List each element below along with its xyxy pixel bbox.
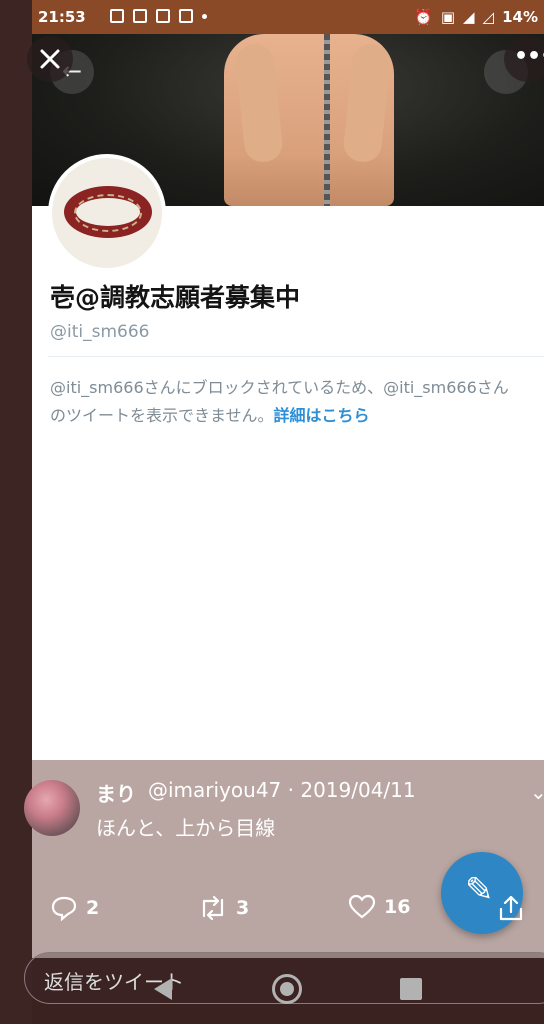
system-icons: ⏰ ▣ ◢ ◿ 14% (414, 8, 538, 26)
tweet-author-name[interactable]: まり (96, 778, 136, 807)
share-icon (499, 895, 523, 921)
chevron-down-icon[interactable]: ⌄ (530, 780, 544, 804)
avatar-collar-studs (74, 194, 142, 232)
profile-handle: @iti_sm666 (50, 322, 150, 342)
blocked-notice: @iti_sm666さんにブロックされているため、@iti_sm666さんのツイ… (50, 374, 520, 430)
nav-home-icon-inner (280, 982, 294, 996)
battery-saver-icon (110, 9, 124, 23)
retweet-icon (202, 895, 224, 921)
more-notifications-dot (202, 14, 207, 19)
nav-recents-icon[interactable] (400, 978, 422, 1000)
like-count: 16 (384, 896, 411, 918)
status-time: 21:53 (38, 8, 86, 26)
mail-icon (156, 9, 170, 23)
close-button[interactable] (27, 36, 73, 82)
profile-name: 壱@調教志願者募集中 (50, 283, 301, 312)
news-icon (179, 9, 193, 23)
share-action[interactable] (498, 894, 524, 922)
signal-icon: ◿ (482, 8, 495, 26)
gallery-icon (133, 9, 147, 23)
tweet-text: ほんと、上から目線 (96, 816, 276, 840)
divider (48, 356, 544, 357)
reply-icon (51, 896, 77, 922)
tweet-author-avatar[interactable] (24, 780, 80, 836)
notification-icons (110, 9, 207, 23)
left-background-strip (0, 0, 32, 1024)
reply-action[interactable]: 2 (50, 894, 99, 922)
profile-avatar[interactable] (48, 154, 166, 272)
more-icon: ••• (514, 44, 544, 69)
battery-level: 14% (502, 8, 538, 26)
close-icon (40, 49, 60, 69)
reply-count: 2 (86, 897, 100, 919)
retweet-count: 3 (236, 897, 250, 919)
compose-feather-icon: ✎ (465, 870, 494, 910)
wifi-icon: ◢ (463, 8, 475, 26)
like-action[interactable]: 16 (348, 894, 410, 920)
vibrate-icon: ▣ (440, 8, 455, 26)
details-link[interactable]: 詳細はこちら (274, 406, 370, 425)
heart-icon (348, 894, 376, 919)
banner-photo-chain (324, 34, 330, 206)
tweet-meta: @imariyou47 · 2019/04/11 (148, 778, 416, 802)
status-bar: 21:53 ⏰ ▣ ◢ ◿ 14% (32, 0, 544, 34)
alarm-icon: ⏰ (414, 8, 433, 26)
retweet-action[interactable]: 3 (198, 894, 249, 922)
more-options-button[interactable]: ••• (504, 36, 544, 82)
nav-back-icon[interactable] (154, 978, 172, 1000)
